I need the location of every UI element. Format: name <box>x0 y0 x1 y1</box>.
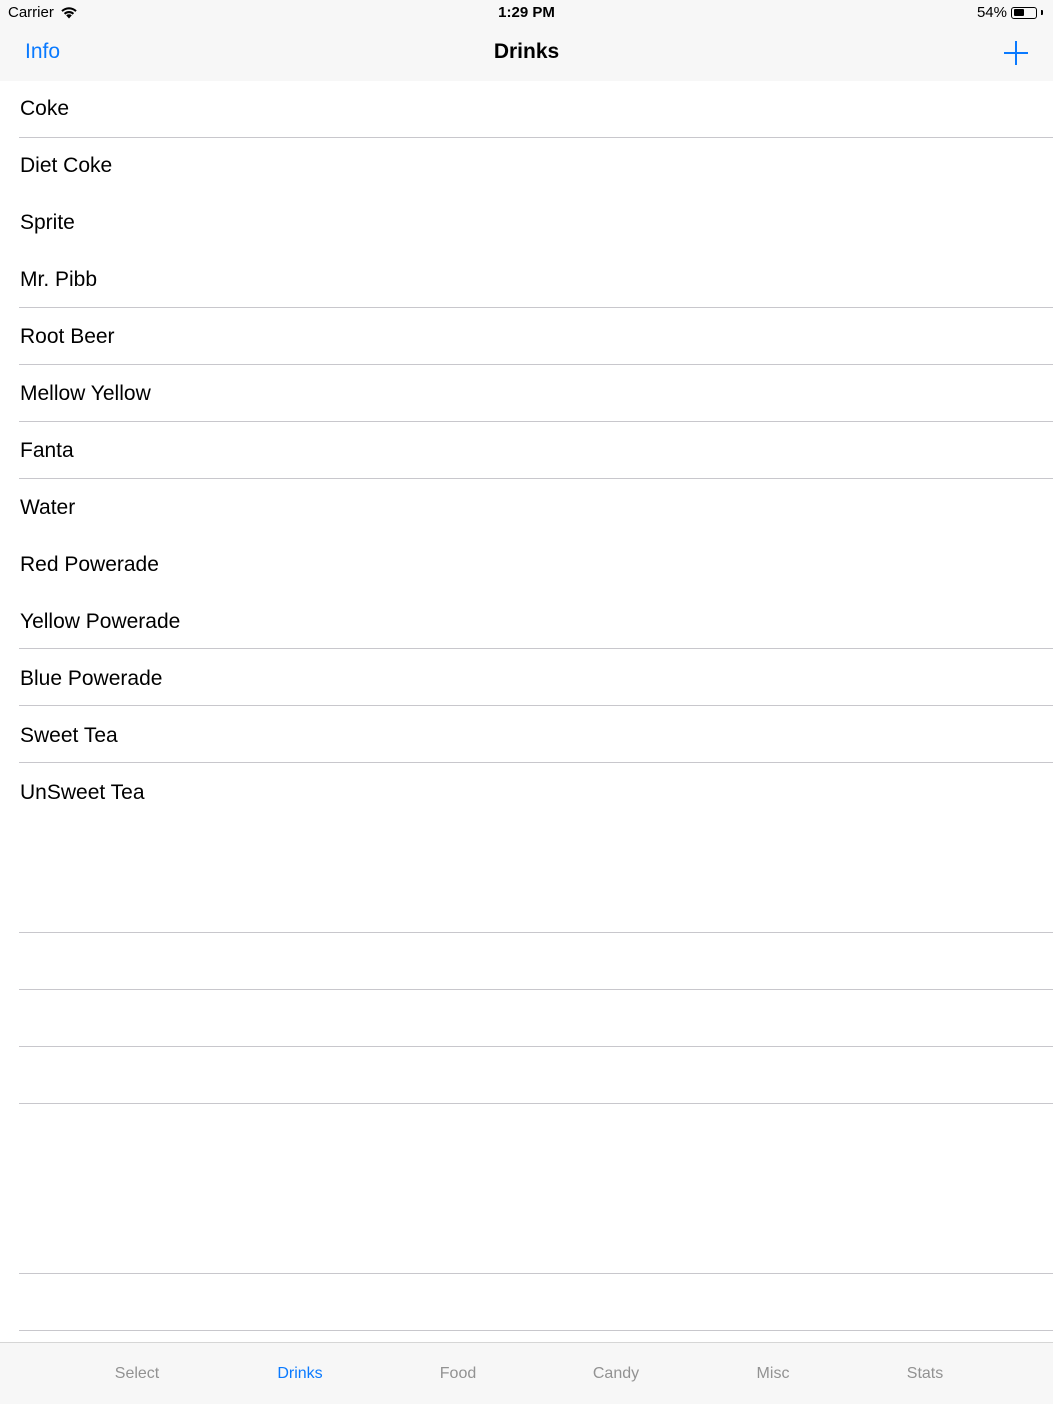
row-separator <box>19 648 1053 649</box>
list-item[interactable]: Mellow Yellow <box>0 366 1053 423</box>
drink-list: Coke Diet Coke Sprite Mr. Pibb Root Beer Mell… <box>0 81 1053 1342</box>
list-item-label: Mellow Yellow <box>20 382 151 405</box>
list-item[interactable]: Yellow Powerade <box>0 594 1053 651</box>
page-title: Drinks <box>493 40 560 63</box>
row-separator <box>19 478 1053 479</box>
row-separator <box>19 421 1053 422</box>
battery-cap <box>1041 10 1043 15</box>
list-item-label: UnSweet Tea <box>20 781 145 804</box>
list-item-label: Root Beer <box>20 325 115 348</box>
tab-misc[interactable]: Misc <box>757 1365 790 1383</box>
tab-bar: Select Drinks Food Candy Misc Stats <box>0 1342 1053 1404</box>
list-item[interactable]: Coke <box>0 81 1053 138</box>
status-time: 1:29 PM <box>498 4 555 21</box>
list-item[interactable]: Fanta <box>0 423 1053 480</box>
tab-drinks[interactable]: Drinks <box>277 1365 322 1383</box>
list-item[interactable]: Sprite <box>0 195 1053 252</box>
list-item-label: Coke <box>20 97 70 120</box>
list-item[interactable]: Mr. Pibb <box>0 252 1053 309</box>
row-separator <box>19 1103 1053 1104</box>
status-bar: Carrier 1:29 PM 54% <box>0 0 1053 26</box>
tab-food[interactable]: Food <box>440 1365 476 1383</box>
row-separator <box>19 762 1053 763</box>
battery-fill <box>1013 9 1025 16</box>
battery-indicator: 54% <box>977 4 1043 21</box>
list-item-label: Red Powerade <box>20 553 159 576</box>
list-item[interactable]: Root Beer <box>0 309 1053 366</box>
navigation-bar: Info Drinks <box>0 26 1053 81</box>
list-item[interactable]: UnSweet Tea <box>0 765 1053 822</box>
list-item-label: Mr. Pibb <box>20 268 98 291</box>
row-separator <box>19 364 1053 365</box>
row-separator <box>19 932 1053 933</box>
list-item-label: Fanta <box>20 439 74 462</box>
row-separator <box>19 1273 1053 1274</box>
list-item-label: Diet Coke <box>20 154 113 177</box>
battery-icon <box>1011 6 1037 19</box>
list-item[interactable]: Water <box>0 480 1053 537</box>
tab-select[interactable]: Select <box>115 1365 159 1383</box>
list-item-label: Sprite <box>20 211 75 234</box>
battery-percent: 54% <box>976 4 1007 21</box>
list-item[interactable]: Red Powerade <box>0 537 1053 594</box>
row-separator <box>19 307 1053 308</box>
row-separator <box>19 989 1053 990</box>
tab-candy[interactable]: Candy <box>593 1365 639 1383</box>
list-item-label: Yellow Powerade <box>20 610 181 633</box>
row-separator <box>19 1046 1053 1047</box>
list-item-label: Blue Powerade <box>20 667 163 690</box>
plus-icon[interactable] <box>1003 40 1029 66</box>
list-item[interactable]: Sweet Tea <box>0 708 1053 765</box>
row-separator <box>19 705 1053 706</box>
tab-stats[interactable]: Stats <box>907 1365 943 1383</box>
row-separator <box>19 1330 1053 1331</box>
list-item[interactable]: Diet Coke <box>0 138 1053 195</box>
list-item[interactable]: Blue Powerade <box>0 651 1053 708</box>
list-item-label: Water <box>20 496 76 519</box>
row-separator <box>19 137 1053 138</box>
list-item-label: Sweet Tea <box>20 724 118 747</box>
